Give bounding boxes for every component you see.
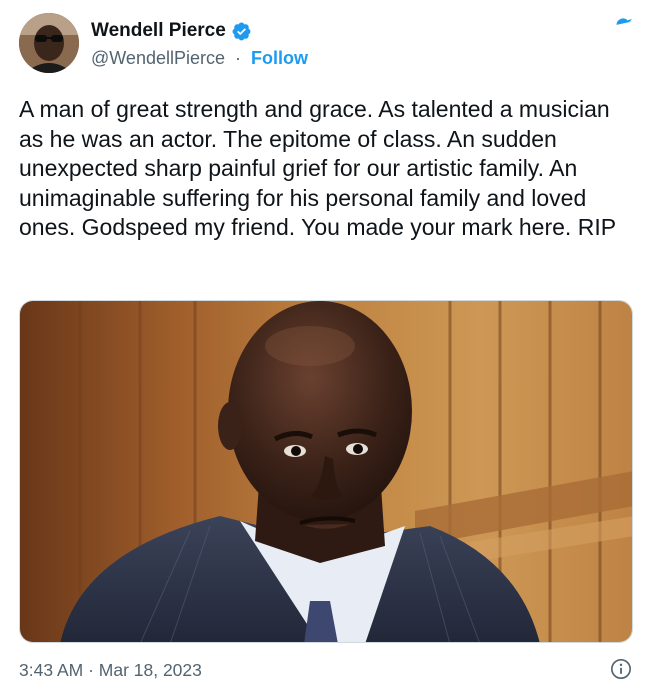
verified-badge-icon xyxy=(232,22,251,40)
author-handle-row: @WendellPierce · Follow xyxy=(91,48,308,69)
twitter-bird-icon[interactable] xyxy=(601,18,633,45)
separator-dot: · xyxy=(235,48,242,68)
author-display-name[interactable]: Wendell Pierce xyxy=(91,20,226,42)
tweet-text: A man of great strength and grace. As ta… xyxy=(19,96,617,240)
tweet-timestamp[interactable]: 3:43 AM · Mar 18, 2023 xyxy=(19,660,202,681)
author-avatar[interactable] xyxy=(19,13,79,73)
tweet-media-photo[interactable] xyxy=(19,300,633,643)
follow-button[interactable]: Follow xyxy=(251,48,308,68)
tweet-card: Wendell Pierce @WendellPierce · Follow A… xyxy=(0,0,650,689)
info-icon[interactable] xyxy=(610,658,632,680)
author-handle[interactable]: @WendellPierce xyxy=(91,48,225,68)
author-name-row[interactable]: Wendell Pierce xyxy=(91,20,252,42)
